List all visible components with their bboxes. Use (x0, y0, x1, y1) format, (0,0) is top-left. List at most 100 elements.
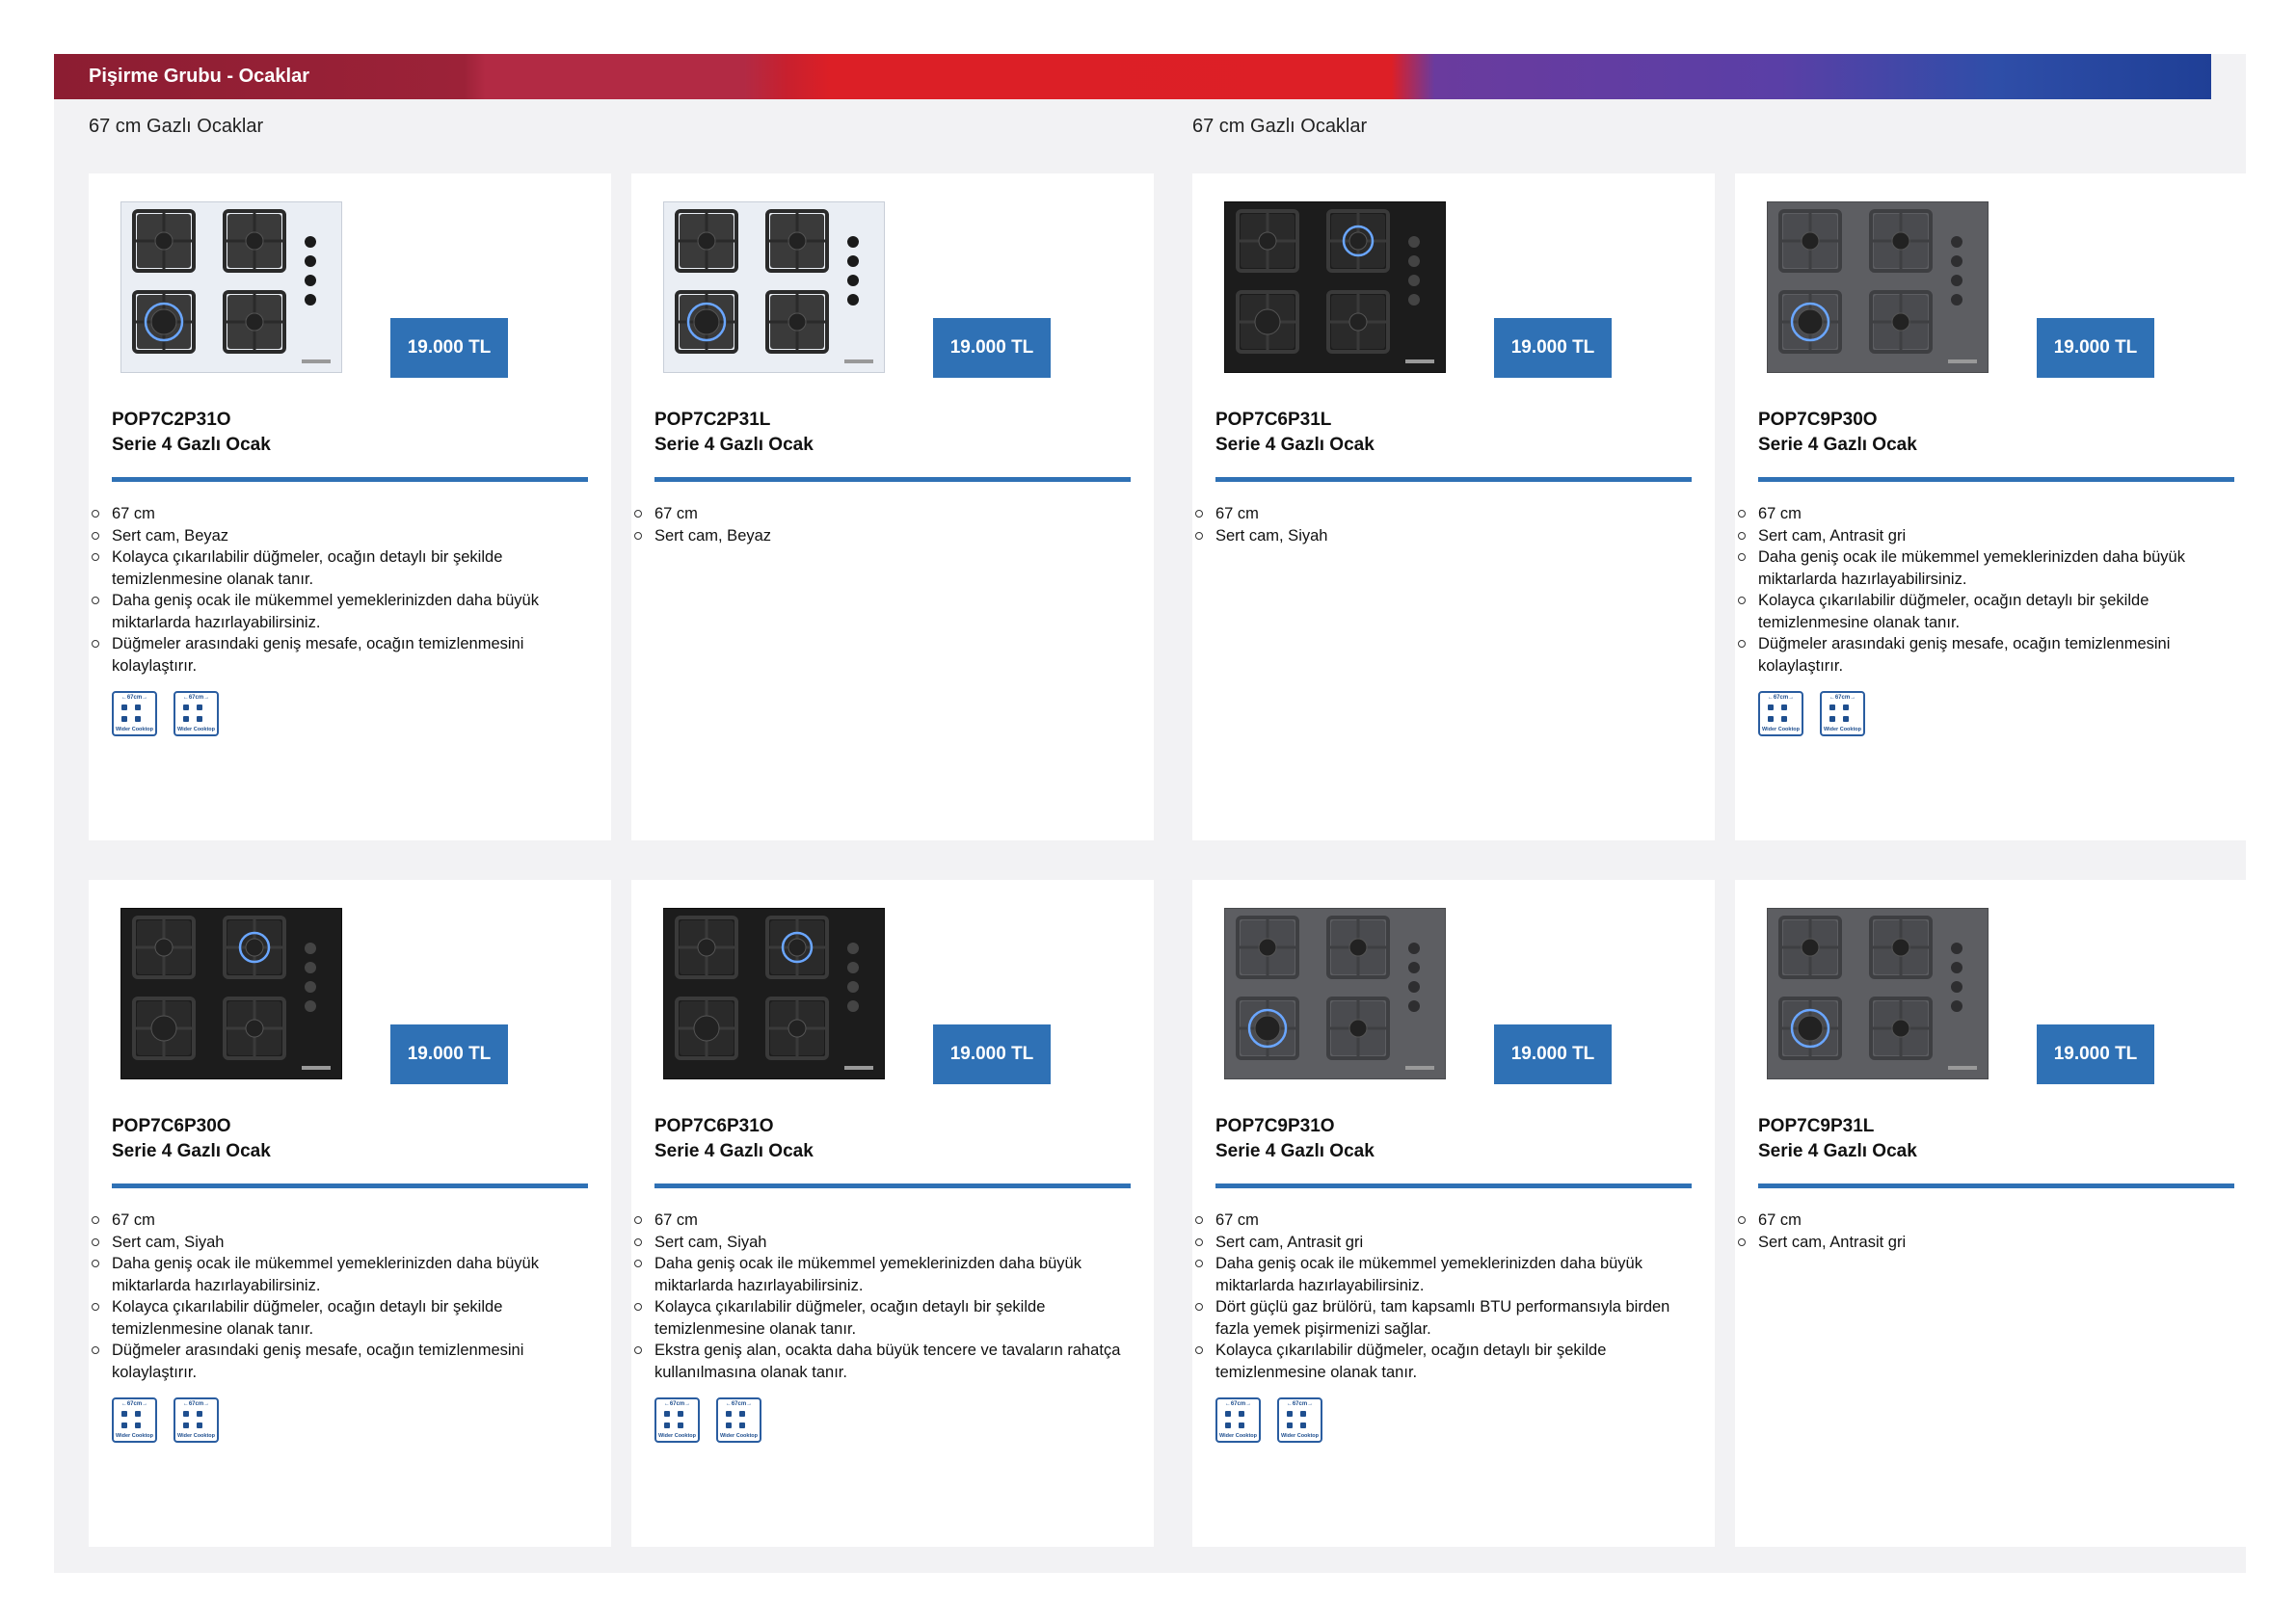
feature-item: Daha geniş ocak ile mükemmel yemeklerini… (92, 590, 594, 633)
category-title: Pişirme Grubu - Ocaklar (89, 66, 309, 87)
product-card: 19.000 TL POP7C9P31L Serie 4 Gazlı Ocak 67 … (1735, 880, 2257, 1547)
product-card: 19.000 TL POP7C6P31O Serie 4 Gazlı Ocak 67 … (631, 880, 1154, 1547)
product-card: 19.000 TL POP7C6P31L Serie 4 Gazlı Ocak 67 … (1192, 173, 1715, 840)
hob-product-image (1223, 907, 1447, 1080)
feature-item: 67 cm (634, 1210, 1136, 1232)
badge-width-label: ←67cm→ (1829, 695, 1856, 701)
feature-item: Sert cam, Siyah (634, 1232, 1136, 1254)
badge-caption: Wider Cooktop (1218, 1433, 1258, 1439)
product-model: POP7C9P30O (1758, 410, 1878, 430)
price-tag: 19.000 TL (933, 318, 1051, 378)
feature-item: Sert cam, Siyah (1195, 525, 1697, 547)
feature-item: Düğmeler arasındaki geniş mesafe, ocağın… (92, 633, 594, 677)
feature-item: Sert cam, Beyaz (92, 525, 594, 547)
badge-width-label: ←67cm→ (725, 1401, 753, 1407)
divider (1215, 1183, 1692, 1188)
badge-caption: Wider Cooktop (1280, 1433, 1320, 1439)
price-tag: 19.000 TL (390, 318, 508, 378)
feature-list: 67 cm Sert cam, Antrasit gri Daha geniş oc… (1738, 503, 2240, 677)
product-series: Serie 4 Gazlı Ocak (1215, 1141, 1375, 1161)
badge-width-label: ←67cm→ (182, 1401, 210, 1407)
divider (112, 1183, 588, 1188)
wider-cooktop-icon: ←67cm→ Wider Cooktop (654, 1397, 700, 1443)
product-series: Serie 4 Gazlı Ocak (654, 1141, 814, 1161)
price-tag: 19.000 TL (1494, 318, 1612, 378)
burner-layout-icon (121, 705, 147, 724)
price-tag: 19.000 TL (1494, 1024, 1612, 1084)
divider (654, 1183, 1131, 1188)
product-series: Serie 4 Gazlı Ocak (112, 1141, 271, 1161)
badge-width-label: ←67cm→ (1286, 1401, 1314, 1407)
wider-cooktop-icon: ←67cm→ Wider Cooktop (1215, 1397, 1261, 1443)
divider (1215, 477, 1692, 482)
feature-item: Kolayca çıkarılabilir düğmeler, ocağın d… (1195, 1340, 1697, 1383)
product-card: 19.000 TL POP7C9P31O Serie 4 Gazlı Ocak 67 … (1192, 880, 1715, 1547)
burner-layout-icon (664, 1411, 690, 1430)
badge-width-label: ←67cm→ (1224, 1401, 1252, 1407)
feature-item: Sert cam, Antrasit gri (1195, 1232, 1697, 1254)
hob-product-image (1766, 907, 1989, 1080)
product-model: POP7C2P31L (654, 410, 771, 430)
feature-list: 67 cm Sert cam, Siyah (1195, 503, 1697, 547)
product-series: Serie 4 Gazlı Ocak (1758, 1141, 1917, 1161)
burner-layout-icon (183, 1411, 209, 1430)
section-title-right: 67 cm Gazlı Ocaklar (1192, 116, 1368, 137)
badge-width-label: ←67cm→ (663, 1401, 691, 1407)
hob-product-image (1766, 200, 1989, 374)
product-series: Serie 4 Gazlı Ocak (1758, 435, 1917, 455)
badge-width-label: ←67cm→ (1767, 695, 1795, 701)
badge-width-label: ←67cm→ (120, 695, 148, 701)
feature-badges: ←67cm→ Wider Cooktop ←67cm→ Wider Cooktop (112, 691, 219, 736)
product-model: POP7C9P31O (1215, 1116, 1335, 1136)
feature-item: Sert cam, Antrasit gri (1738, 1232, 2240, 1254)
badge-caption: Wider Cooktop (1823, 727, 1862, 732)
feature-item: Sert cam, Siyah (92, 1232, 594, 1254)
feature-badges: ←67cm→ Wider Cooktop ←67cm→ Wider Cooktop (112, 1397, 219, 1443)
feature-item: 67 cm (1738, 1210, 2240, 1232)
burner-layout-icon (1768, 705, 1794, 724)
feature-item: Kolayca çıkarılabilir düğmeler, ocağın d… (92, 546, 594, 590)
badge-caption: Wider Cooktop (176, 727, 216, 732)
feature-item: 67 cm (634, 503, 1136, 525)
feature-list: 67 cm Sert cam, Antrasit gri (1738, 1210, 2240, 1254)
wider-cooktop-icon: ←67cm→ Wider Cooktop (1277, 1397, 1322, 1443)
wider-cooktop-icon: ←67cm→ Wider Cooktop (174, 1397, 219, 1443)
wider-cooktop-icon: ←67cm→ Wider Cooktop (716, 1397, 761, 1443)
divider (112, 477, 588, 482)
feature-item: Sert cam, Beyaz (634, 525, 1136, 547)
feature-item: Daha geniş ocak ile mükemmel yemeklerini… (1738, 546, 2240, 590)
feature-list: 67 cm Sert cam, Beyaz (634, 503, 1136, 547)
hob-product-image (1223, 200, 1447, 374)
price-tag: 19.000 TL (2037, 318, 2154, 378)
wider-cooktop-icon: ←67cm→ Wider Cooktop (1758, 691, 1803, 736)
divider (1758, 1183, 2234, 1188)
product-series: Serie 4 Gazlı Ocak (654, 435, 814, 455)
wider-cooktop-icon: ←67cm→ Wider Cooktop (112, 1397, 157, 1443)
feature-item: 67 cm (92, 1210, 594, 1232)
feature-badges: ←67cm→ Wider Cooktop ←67cm→ Wider Cooktop (654, 1397, 761, 1443)
badge-caption: Wider Cooktop (719, 1433, 759, 1439)
section-title-left: 67 cm Gazlı Ocaklar (89, 116, 264, 137)
feature-badges: ←67cm→ Wider Cooktop ←67cm→ Wider Cooktop (1758, 691, 1865, 736)
badge-caption: Wider Cooktop (657, 1433, 697, 1439)
burner-layout-icon (121, 1411, 147, 1430)
divider (654, 477, 1131, 482)
feature-list: 67 cm Sert cam, Beyaz Kolayca çıkarılabili… (92, 503, 594, 677)
feature-item: Düğmeler arasındaki geniş mesafe, ocağın… (1738, 633, 2240, 677)
badge-caption: Wider Cooktop (1761, 727, 1801, 732)
feature-item: Dört güçlü gaz brülörü, tam kapsamlı BTU… (1195, 1296, 1697, 1340)
product-model: POP7C6P31O (654, 1116, 774, 1136)
feature-item: 67 cm (1738, 503, 2240, 525)
badge-width-label: ←67cm→ (120, 1401, 148, 1407)
price-tag: 19.000 TL (2037, 1024, 2154, 1084)
badge-caption: Wider Cooktop (176, 1433, 216, 1439)
burner-layout-icon (1829, 705, 1855, 724)
feature-item: Ekstra geniş alan, ocakta daha büyük ten… (634, 1340, 1136, 1383)
divider (1758, 477, 2234, 482)
wider-cooktop-icon: ←67cm→ Wider Cooktop (1820, 691, 1865, 736)
product-card: 19.000 TL POP7C2P31L Serie 4 Gazlı Ocak 67 … (631, 173, 1154, 840)
category-banner: Pişirme Grubu - Ocaklar (54, 54, 2211, 99)
feature-item: Sert cam, Antrasit gri (1738, 525, 2240, 547)
burner-layout-icon (183, 705, 209, 724)
feature-list: 67 cm Sert cam, Siyah Daha geniş ocak ile … (634, 1210, 1136, 1383)
